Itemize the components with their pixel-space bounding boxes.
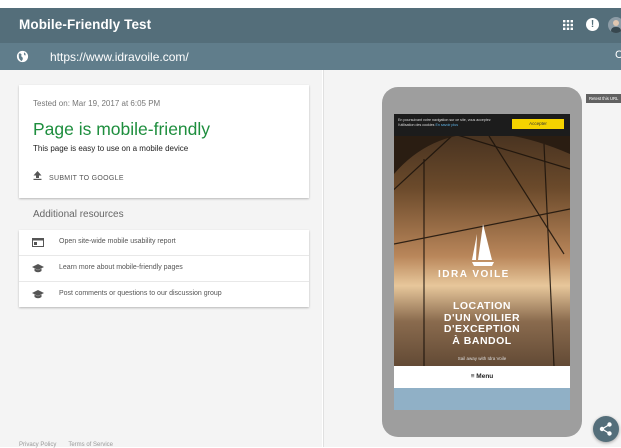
sail-logo [472,224,494,266]
cookie-banner: En poursuivant votre navigation sur ce s… [394,114,570,136]
privacy-policy-link[interactable]: Privacy Policy [19,442,56,448]
school-icon [32,264,44,273]
reload-icon[interactable]: C [615,49,621,61]
headline-line: D'EXCEPTION [443,323,521,335]
headline-line: À BANDOL [452,334,512,347]
avatar[interactable] [608,17,621,33]
test-timestamp: Tested on: Mar 19, 2017 at 6:05 PM [33,99,161,108]
tested-url[interactable]: https://www.idravoile.com/ [50,50,189,64]
result-description: This page is easy to use on a mobile dev… [33,144,189,153]
retest-tooltip[interactable]: Retest this URL [586,94,621,103]
hero-tagline: Sail away with Idra Voile [457,356,507,361]
result-card: Tested on: Mar 19, 2017 at 6:05 PM Page … [19,85,309,198]
upload-icon [33,171,42,180]
page-preview-screenshot: En poursuivant votre navigation sur ce s… [394,114,570,410]
terms-of-service-link[interactable]: Terms of Service [68,442,113,448]
share-button[interactable] [593,416,619,442]
site-brand: IDRA VOILE [438,269,510,280]
resource-label: Learn more about mobile-friendly pages [59,264,183,271]
cookie-learn-more-link: En savoir plus [435,123,459,127]
hero-headline: LOCATION D'UN VOILIER D'EXCEPTION À BAND… [394,300,570,347]
menu-bar: ≡ Menu [394,366,570,388]
app-title: Mobile-Friendly Test [19,17,152,32]
apps-grid-icon[interactable] [563,20,573,30]
accept-cookies-button: Accepter [512,119,564,129]
preview-footer-strip [394,388,570,410]
headline-line: LOCATION [452,300,512,312]
submit-label: SUBMIT TO GOOGLE [49,175,124,182]
resource-label: Open site-wide mobile usability report [59,238,176,245]
url-bar: https://www.idravoile.com/ C [0,43,621,70]
resource-item-discussion-group[interactable]: Post comments or questions to our discus… [19,282,309,307]
result-status: Page is mobile-friendly [33,119,211,139]
resource-item-learn-more[interactable]: Learn more about mobile-friendly pages [19,256,309,282]
share-icon [599,422,612,436]
top-app-bar: Mobile-Friendly Test ! [0,8,621,43]
resource-item-usability-report[interactable]: Open site-wide mobile usability report [19,230,309,256]
phone-frame: En poursuivant votre navigation sur ce s… [382,87,582,437]
results-panel: Tested on: Mar 19, 2017 at 6:05 PM Page … [0,70,322,448]
resource-label: Post comments or questions to our discus… [59,290,222,297]
footer: Privacy Policy Terms of Service [19,442,125,448]
submit-to-google-button[interactable]: SUBMIT TO GOOGLE [33,171,124,182]
resources-list: Open site-wide mobile usability report L… [19,230,309,307]
report-icon [32,238,44,247]
alert-icon[interactable]: ! [586,18,599,31]
resources-heading: Additional resources [33,209,124,220]
preview-panel: En poursuivant votre navigation sur ce s… [323,70,621,447]
school-icon [32,290,44,299]
globe-icon [16,50,29,63]
